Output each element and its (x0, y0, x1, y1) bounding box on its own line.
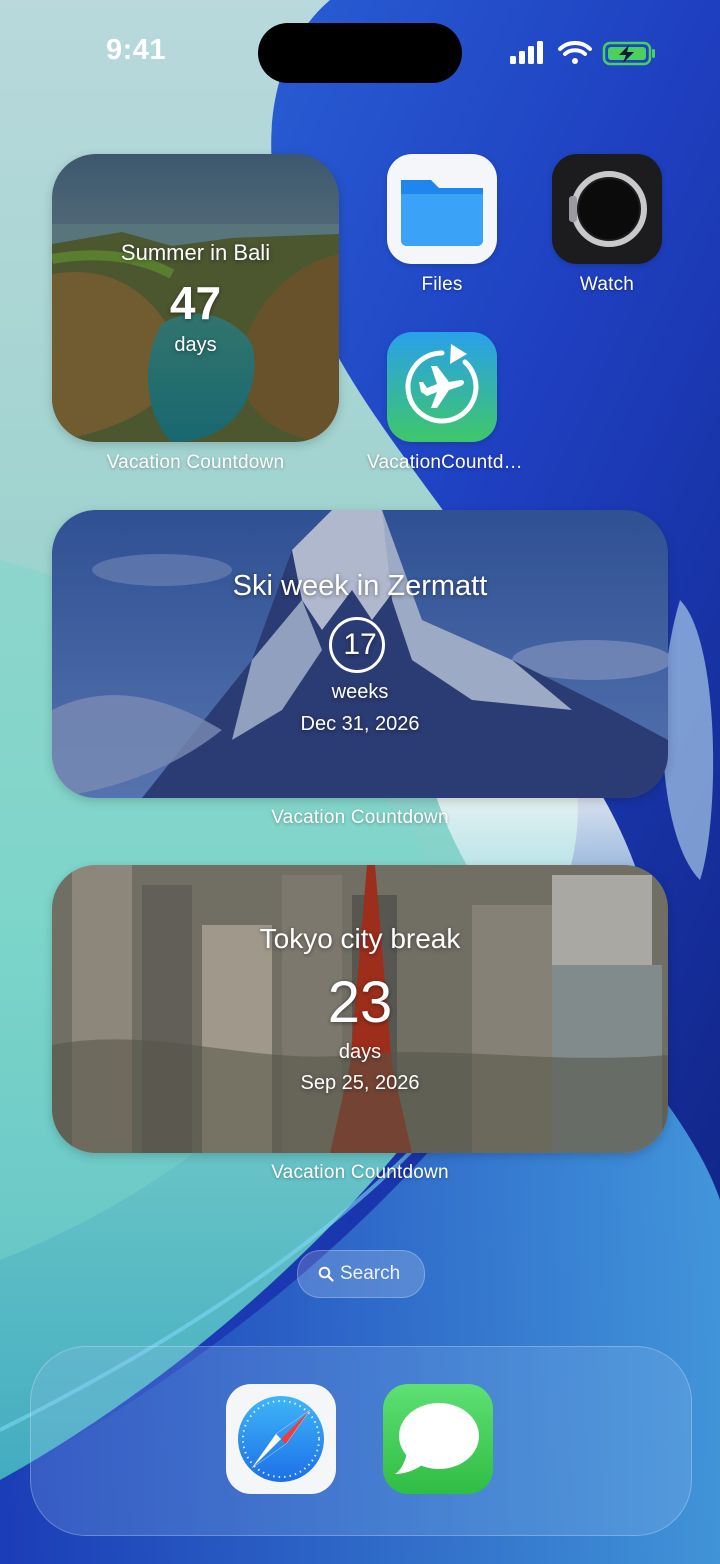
countdown-date: Sep 25, 2026 (300, 1072, 420, 1094)
countdown-number: 47 (169, 277, 222, 329)
countdown-unit: days (174, 334, 217, 356)
widget-ski-week-in-zermatt[interactable]: Ski week in Zermatt 17 weeks Dec 31, 202… (52, 510, 668, 798)
spotlight-search-button[interactable]: Search (297, 1250, 425, 1298)
files-app-icon[interactable] (387, 154, 497, 264)
widget-summer-in-bali[interactable]: Summer in Bali 47 days (52, 154, 339, 442)
cellular-signal-icon (510, 41, 543, 64)
countdown-unit: weeks (331, 681, 389, 703)
dock (30, 1346, 692, 1536)
app-label: Files (421, 274, 463, 295)
status-bar: 9:41 (0, 0, 720, 110)
airplane-countdown-icon (405, 344, 479, 424)
widget-zermatt-content: Ski week in Zermatt 17 weeks Dec 31, 202… (52, 510, 668, 798)
dock-app-safari[interactable] (226, 1384, 336, 1494)
app-label: VacationCountd… (367, 452, 523, 473)
app-watch[interactable]: Watch (552, 154, 662, 296)
widget-bali-content: Summer in Bali 47 days (52, 154, 339, 442)
wifi-icon (558, 41, 592, 64)
widget-caption: Vacation Countdown (271, 807, 449, 828)
app-vacation-countdown[interactable]: VacationCountd… (367, 332, 523, 474)
status-time: 9:41 (105, 34, 167, 66)
widget-title: Summer in Bali (120, 240, 271, 265)
watch-icon (569, 171, 647, 247)
dynamic-island (258, 23, 462, 83)
speech-bubble-icon (395, 1403, 479, 1474)
search-label: Search (340, 1263, 401, 1284)
battery-charging-icon (602, 41, 655, 66)
widget-tokyo-content: Tokyo city break 23 days Sep 25, 2026 (52, 865, 668, 1153)
folder-icon (401, 180, 483, 246)
search-icon (318, 1266, 334, 1282)
compass-icon (238, 1396, 324, 1482)
vacation-countdown-app-icon[interactable] (387, 332, 497, 442)
widget-caption: Vacation Countdown (106, 452, 285, 473)
countdown-unit: days (338, 1041, 382, 1063)
widget-title: Tokyo city break (259, 923, 461, 954)
countdown-number: 17 (343, 628, 377, 661)
status-icons (510, 41, 655, 66)
widget-title: Ski week in Zermatt (232, 570, 488, 602)
widget-caption: Vacation Countdown (271, 1162, 449, 1183)
countdown-date: Dec 31, 2026 (300, 713, 420, 735)
app-files[interactable]: Files (387, 154, 497, 296)
watch-app-icon[interactable] (552, 154, 662, 264)
widget-tokyo-city-break[interactable]: Tokyo city break 23 days Sep 25, 2026 (52, 865, 668, 1153)
countdown-number: 23 (327, 970, 393, 1035)
app-label: Watch (579, 274, 635, 295)
dock-app-messages[interactable] (383, 1384, 493, 1494)
